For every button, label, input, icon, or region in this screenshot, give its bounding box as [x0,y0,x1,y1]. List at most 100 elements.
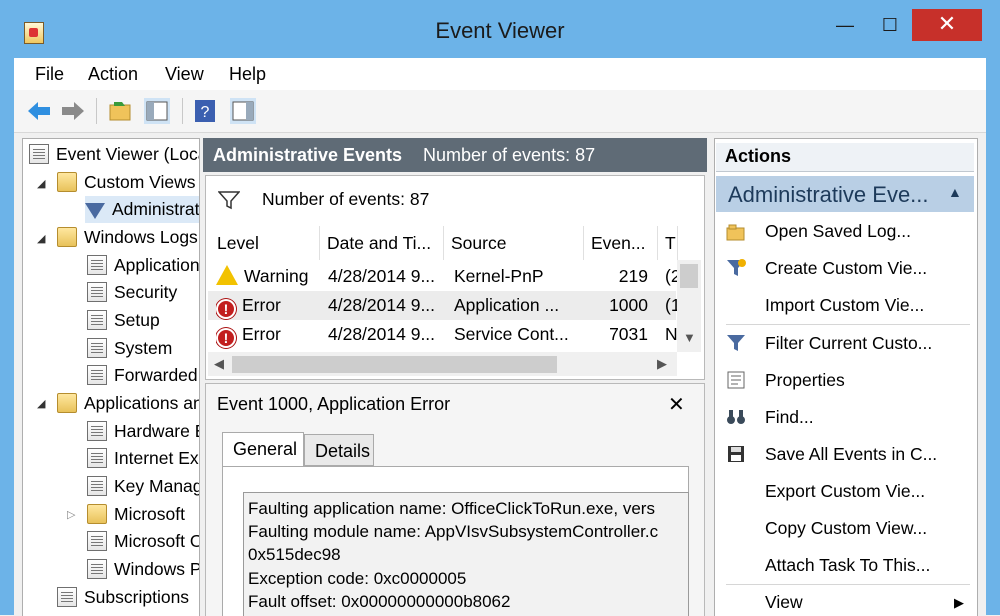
scroll-left-arrow-icon[interactable]: ◀ [214,356,224,372]
collapse-arrow-icon[interactable]: ◢ [37,177,45,190]
table-cell-date[interactable]: 4/28/2014 9... [328,320,442,349]
tree-administrative-events[interactable]: Administrative Events [85,196,199,223]
action-find[interactable]: Find... [765,407,814,428]
log-icon [87,365,107,385]
expand-arrow-icon[interactable]: ▷ [67,508,75,521]
error-icon: ! [216,299,236,319]
save-disk-icon [728,446,744,462]
action-export-custom-view[interactable]: Export Custom Vie... [765,481,925,502]
table-cell-event-id[interactable]: 7031 [590,320,648,349]
description-line: Exception code: 0xc0000005 [248,569,467,588]
column-header-source[interactable]: Source [444,226,584,260]
action-create-custom-view[interactable]: Create Custom Vie... [765,258,927,279]
tree-label: Key Management Service [114,476,200,496]
tree-log-security[interactable]: Security [87,279,177,306]
tree-log-powershell[interactable]: Windows PowerShell [87,556,199,583]
menu-help[interactable]: Help [229,64,266,85]
tree-log-setup[interactable]: Setup [87,307,160,334]
menu-bar [14,58,986,90]
tree-label: Microsoft Office Alerts [114,531,199,551]
table-row-level[interactable]: ! Error [216,291,320,320]
tree-label: Event Viewer (Local) [56,144,199,164]
show-hide-action-pane-icon[interactable] [230,98,256,124]
table-cell-task[interactable]: (2 [665,262,677,291]
action-filter-current[interactable]: Filter Current Custo... [765,333,932,354]
table-cell-date[interactable]: 4/28/2014 9... [328,262,442,291]
menu-action[interactable]: Action [88,64,138,85]
collapse-arrow-icon[interactable]: ◢ [37,232,45,245]
tree-label: Forwarded Events [114,365,199,385]
event-detail-title: Event 1000, Application Error [217,394,451,414]
vertical-scrollbar-thumb[interactable] [680,264,698,288]
actions-section-label: Administrative Eve... [728,182,929,207]
open-folder-icon [726,224,745,241]
action-attach-task[interactable]: Attach Task To This... [765,555,930,576]
tree-log-internet-explorer[interactable]: Internet Explorer [87,445,199,472]
tree-label: Security [114,282,178,302]
tree-custom-views[interactable]: Custom Views [57,169,196,196]
column-header-level[interactable]: Level [210,226,320,260]
minimize-button[interactable]: — [825,10,865,40]
close-icon[interactable]: ✕ [668,392,685,417]
grid-event-count: Number of events: 87 [262,189,430,209]
table-row-level[interactable]: ! Error [216,320,320,349]
tree-label: Application [114,255,200,275]
table-cell-event-id[interactable]: 219 [590,262,648,291]
tree-root-event-viewer[interactable]: Event Viewer (Local) [29,141,199,168]
tree-log-system[interactable]: System [87,335,172,362]
show-hide-tree-icon[interactable] [144,98,170,124]
tree-log-forwarded[interactable]: Forwarded Events [87,362,199,389]
menu-file[interactable]: File [35,64,64,85]
table-cell-source[interactable]: Service Cont... [454,320,582,349]
svg-text:?: ? [201,104,210,121]
table-cell-source[interactable]: Application ... [454,291,582,320]
open-folder-icon[interactable] [108,98,134,124]
tree-windows-logs[interactable]: Windows Logs [57,224,198,251]
action-copy-custom-view[interactable]: Copy Custom View... [765,518,927,539]
table-cell-date[interactable]: 4/28/2014 9... [328,291,442,320]
tab-details[interactable]: Details [304,434,374,466]
tree-folder-microsoft[interactable]: Microsoft [87,501,185,528]
tree-label: Custom Views [84,172,196,192]
column-header-date[interactable]: Date and Ti... [320,226,444,260]
collapse-up-icon[interactable]: ▲ [948,184,962,200]
tree-label: Internet Explorer [114,448,199,468]
menu-view[interactable]: View [165,64,204,85]
tree-label: Hardware Events [114,421,199,441]
action-view[interactable]: View [765,592,803,613]
column-header-event-id[interactable]: Even... [584,226,658,260]
tree-log-office-alerts[interactable]: Microsoft Office Alerts [87,528,199,555]
tab-general[interactable]: General [222,432,304,467]
horizontal-scrollbar-thumb[interactable] [232,356,557,373]
tree-log-key-management[interactable]: Key Management Service [87,473,200,500]
description-line: Faulting application name: OfficeClickTo… [248,499,655,518]
table-cell-event-id[interactable]: 1000 [590,291,648,320]
scroll-down-arrow-icon[interactable]: ▼ [683,330,696,345]
collapse-arrow-icon[interactable]: ◢ [37,397,45,410]
back-arrow-icon[interactable] [26,98,52,124]
action-properties[interactable]: Properties [765,370,845,391]
table-row-level[interactable]: Warning [216,262,320,291]
action-import-custom-view[interactable]: Import Custom Vie... [765,295,924,316]
tree-label: Subscriptions [84,587,190,607]
close-button[interactable]: ✕ [912,9,982,41]
scroll-right-arrow-icon[interactable]: ▶ [657,356,667,372]
tree-subscriptions[interactable]: Subscriptions [57,584,189,611]
cell-text: Error [242,324,281,344]
column-header-task[interactable]: T [658,226,678,260]
tree-log-application[interactable]: Application [87,252,200,279]
action-save-all-events[interactable]: Save All Events in C... [765,444,937,465]
help-icon[interactable]: ? [192,98,218,124]
forward-arrow-icon[interactable] [60,98,86,124]
table-cell-source[interactable]: Kernel-PnP [454,262,582,291]
view-event-count: Number of events: 87 [423,145,596,165]
table-cell-task[interactable]: N [665,320,677,349]
window-frame-left [0,58,14,615]
tree-applications-services[interactable]: Applications and Services Logs [57,390,199,417]
log-icon [87,255,107,275]
action-open-saved-log[interactable]: Open Saved Log... [765,221,911,242]
submenu-arrow-icon[interactable]: ▶ [954,595,964,611]
tree-log-hardware[interactable]: Hardware Events [87,418,199,445]
maximize-button[interactable]: ☐ [870,10,910,40]
table-cell-task[interactable]: (1 [665,291,677,320]
